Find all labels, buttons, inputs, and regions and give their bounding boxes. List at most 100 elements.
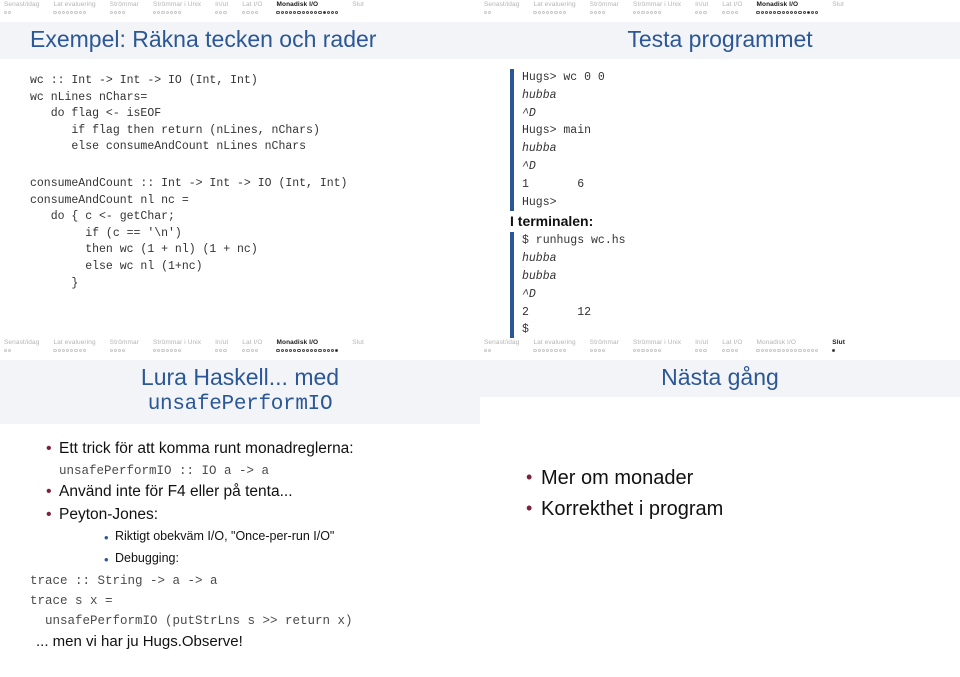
nav-dot[interactable] <box>593 348 598 352</box>
nav-dot[interactable] <box>322 10 326 14</box>
nav-dot[interactable] <box>276 348 280 352</box>
nav-dot[interactable] <box>802 10 806 14</box>
nav-dot[interactable] <box>645 10 649 14</box>
nav-dot[interactable] <box>695 10 699 14</box>
nav-section-in-ut[interactable]: In/ut <box>215 1 228 14</box>
nav-dot[interactable] <box>53 348 57 352</box>
nav-section-lat-i-o[interactable]: Lat I/O <box>242 1 262 14</box>
nav-dot[interactable] <box>284 10 289 14</box>
nav-dot[interactable] <box>293 348 297 352</box>
nav-dot[interactable] <box>703 348 707 352</box>
nav-dot[interactable] <box>649 348 653 352</box>
nav-dot[interactable] <box>178 348 182 352</box>
nav-dot[interactable] <box>70 348 74 352</box>
nav-dot[interactable] <box>810 348 815 352</box>
nav-dot[interactable] <box>598 10 602 14</box>
nav-dot[interactable] <box>537 348 541 352</box>
nav-section-lat-i-o[interactable]: Lat I/O <box>722 339 742 352</box>
nav-section-str-mmar-i-unix[interactable]: Strömmar i Unix <box>153 339 201 352</box>
nav-dot[interactable] <box>70 10 74 14</box>
nav-section-in-ut[interactable]: In/ut <box>695 1 708 14</box>
nav-dot[interactable] <box>215 10 219 14</box>
nav-dot[interactable] <box>488 348 492 352</box>
nav-section-in-ut[interactable]: In/ut <box>695 339 708 352</box>
nav-section-str-mmar[interactable]: Strömmar <box>109 339 139 352</box>
nav-dot[interactable] <box>598 348 602 352</box>
nav-dot[interactable] <box>61 10 65 14</box>
nav-dot[interactable] <box>550 348 554 352</box>
nav-dot[interactable] <box>82 10 86 14</box>
nav-dot[interactable] <box>276 10 280 14</box>
nav-dot[interactable] <box>773 10 777 14</box>
nav-section-str-mmar-i-unix[interactable]: Strömmar i Unix <box>633 1 681 14</box>
nav-dot[interactable] <box>695 348 699 352</box>
nav-dot[interactable] <box>562 348 566 352</box>
nav-dot[interactable] <box>633 348 637 352</box>
nav-dot[interactable] <box>318 348 322 352</box>
nav-dot[interactable] <box>161 348 165 352</box>
nav-section-slut[interactable]: Slut <box>352 1 364 11</box>
nav-dot[interactable] <box>546 348 550 352</box>
nav-section-senast-idag[interactable]: Senast/idag <box>4 1 39 14</box>
nav-section-monadisk-i-o[interactable]: Monadisk I/O <box>276 1 339 14</box>
nav-dot[interactable] <box>764 348 769 352</box>
nav-dot[interactable] <box>297 10 301 14</box>
nav-dot[interactable] <box>562 10 566 14</box>
nav-dot[interactable] <box>223 10 227 14</box>
nav-dot[interactable] <box>78 348 82 352</box>
nav-dot[interactable] <box>726 348 730 352</box>
nav-dot[interactable] <box>546 10 550 14</box>
nav-dot[interactable] <box>326 348 330 352</box>
nav-dot[interactable] <box>789 10 794 14</box>
nav-dot[interactable] <box>703 10 707 14</box>
nav-dot[interactable] <box>484 348 488 352</box>
nav-dot[interactable] <box>777 10 781 14</box>
nav-dot[interactable] <box>794 10 798 14</box>
nav-dot[interactable] <box>554 10 558 14</box>
nav-dot[interactable] <box>242 10 246 14</box>
nav-dot[interactable] <box>815 348 819 352</box>
nav-dot[interactable] <box>223 348 227 352</box>
nav-section-lat-i-o[interactable]: Lat I/O <box>722 1 742 14</box>
nav-dot[interactable] <box>53 10 57 14</box>
nav-dot[interactable] <box>173 10 178 14</box>
nav-section-lat-evaluering[interactable]: Lat evaluering <box>53 1 96 14</box>
nav-dot[interactable] <box>122 10 126 14</box>
nav-dot[interactable] <box>734 10 739 14</box>
nav-section-slut[interactable]: Slut <box>832 339 845 352</box>
nav-dot[interactable] <box>78 10 82 14</box>
nav-dot[interactable] <box>82 348 86 352</box>
nav-section-senast-idag[interactable]: Senast/idag <box>484 339 519 352</box>
nav-dot[interactable] <box>109 348 113 352</box>
nav-dot[interactable] <box>658 10 662 14</box>
nav-section-str-mmar[interactable]: Strömmar <box>589 339 619 352</box>
nav-dot[interactable] <box>798 10 802 14</box>
nav-dot[interactable] <box>633 10 637 14</box>
nav-dot[interactable] <box>178 10 182 14</box>
nav-section-slut[interactable]: Slut <box>832 1 844 11</box>
nav-dot[interactable] <box>118 10 122 14</box>
nav-dot[interactable] <box>215 348 219 352</box>
nav-dot[interactable] <box>318 10 322 14</box>
nav-dot[interactable] <box>726 10 730 14</box>
nav-dot[interactable] <box>250 10 254 14</box>
nav-dot[interactable] <box>760 10 764 14</box>
nav-dot[interactable] <box>330 348 335 352</box>
nav-dot[interactable] <box>810 10 815 14</box>
nav-dot[interactable] <box>109 10 113 14</box>
nav-section-str-mmar[interactable]: Strömmar <box>589 1 619 14</box>
nav-section-lat-i-o[interactable]: Lat I/O <box>242 339 262 352</box>
nav-dot[interactable] <box>558 348 562 352</box>
nav-dot[interactable] <box>756 10 760 14</box>
nav-dot[interactable] <box>293 10 297 14</box>
nav-dot[interactable] <box>806 348 810 352</box>
nav-dot[interactable] <box>309 10 314 14</box>
nav-dot[interactable] <box>4 348 8 352</box>
nav-dot[interactable] <box>57 348 61 352</box>
nav-dot[interactable] <box>8 348 12 352</box>
nav-dot[interactable] <box>602 348 606 352</box>
nav-section-lat-evaluering[interactable]: Lat evaluering <box>53 339 96 352</box>
nav-dot[interactable] <box>541 10 545 14</box>
nav-dot[interactable] <box>157 10 161 14</box>
nav-dot[interactable] <box>488 10 492 14</box>
